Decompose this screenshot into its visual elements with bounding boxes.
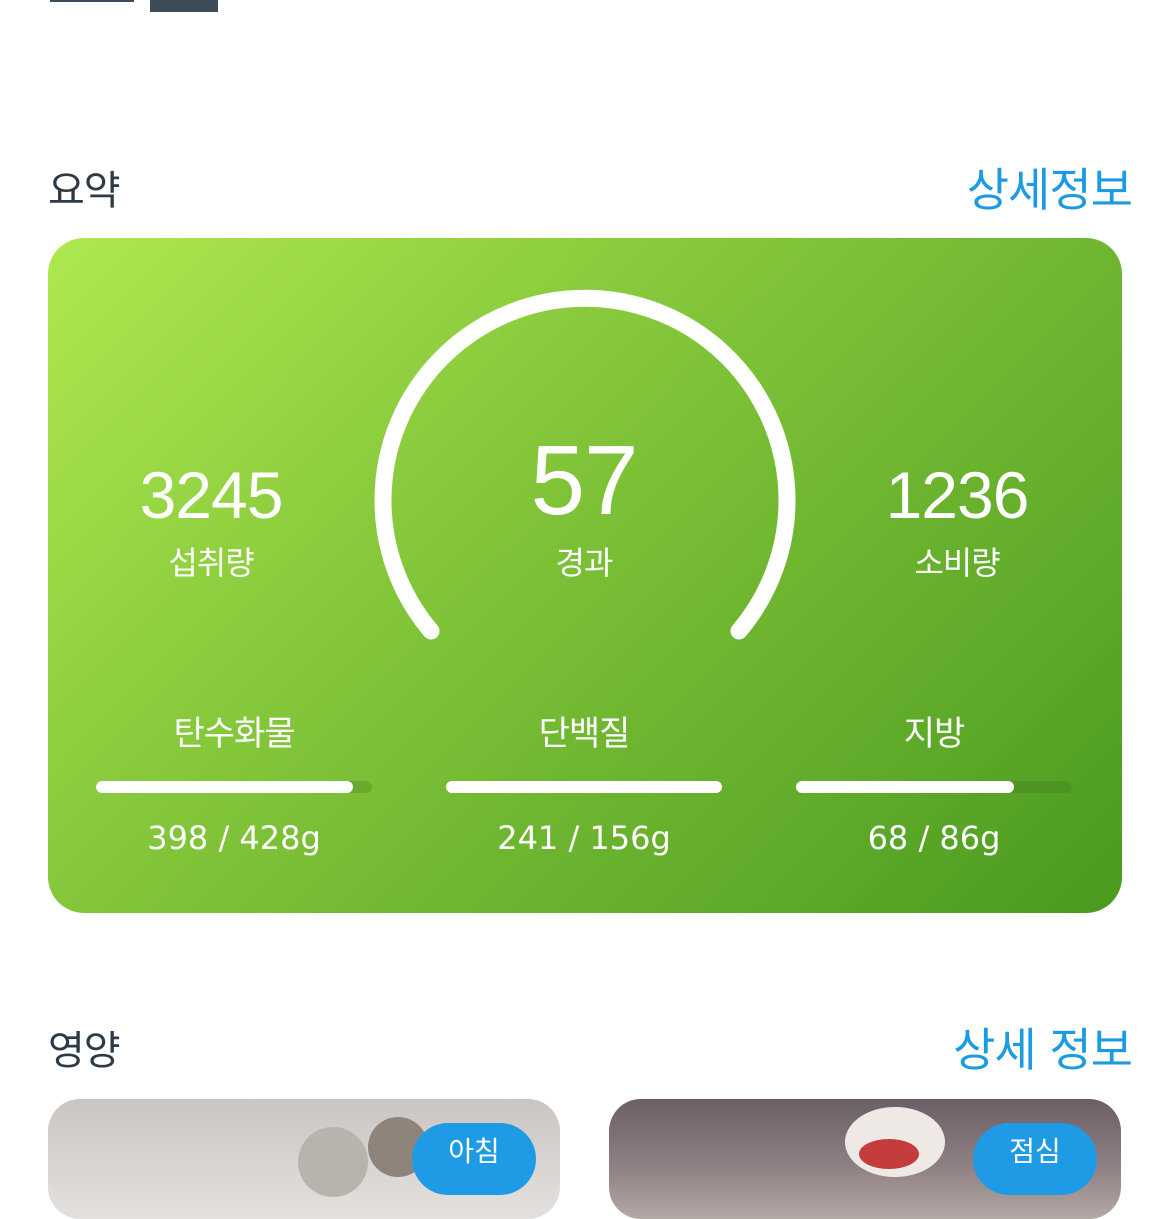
macro-fat-track [796, 781, 1072, 793]
page-title-glyph-part [150, 0, 218, 12]
macro-fat-value: 68 / 86g [867, 819, 1001, 857]
meal-tag-lunch[interactable]: 점심 [973, 1123, 1097, 1195]
macro-fat-label: 지방 [903, 714, 966, 754]
nutrition-header: 영양 상세 정보 [48, 1014, 1133, 1080]
summary-card[interactable]: 3245 섭취량 57 경과 1236 소비량 탄수화물 398 / 428g … [48, 238, 1122, 913]
macro-protein: 단백질 241 / 156g [446, 712, 722, 857]
macro-protein-track [446, 781, 722, 793]
intake-label: 섭취량 [168, 544, 254, 582]
summary-title: 요약 [48, 168, 121, 214]
meal-card-breakfast[interactable]: 아침 [48, 1099, 560, 1219]
progress-value: 57 [530, 425, 638, 535]
macro-carbs-track [96, 781, 372, 793]
summary-detail-link[interactable]: 상세정보 [967, 154, 1133, 220]
meal-photo-detail [859, 1139, 919, 1169]
progress-label: 경과 [555, 544, 614, 582]
macro-protein-fill [446, 781, 722, 793]
macro-carbs-value: 398 / 428g [147, 819, 321, 857]
summary-header: 요약 상세정보 [48, 154, 1133, 220]
meal-tag-breakfast[interactable]: 아침 [412, 1123, 536, 1195]
meal-photo-detail [298, 1127, 368, 1197]
macro-carbs-fill [96, 781, 353, 793]
nutrition-title: 영양 [48, 1028, 121, 1074]
page-title-glyph-part [50, 0, 134, 2]
intake-value: 3245 [139, 458, 284, 532]
macro-fat: 지방 68 / 86g [796, 712, 1072, 857]
macro-fat-fill [796, 781, 1015, 793]
burned-label: 소비량 [914, 544, 1000, 582]
burned-value: 1236 [885, 458, 1030, 532]
macro-protein-label: 단백질 [538, 714, 631, 754]
macro-carbs: 탄수화물 398 / 428g [96, 712, 372, 857]
progress-stat: 57 경과 [530, 425, 638, 584]
nutrition-detail-link[interactable]: 상세 정보 [953, 1014, 1133, 1080]
meal-card-lunch[interactable]: 점심 [609, 1099, 1121, 1219]
burned-stat: 1236 소비량 [885, 458, 1030, 584]
intake-stat: 3245 섭취량 [139, 458, 284, 584]
macro-carbs-label: 탄수화물 [173, 714, 295, 754]
macro-protein-value: 241 / 156g [497, 819, 671, 857]
